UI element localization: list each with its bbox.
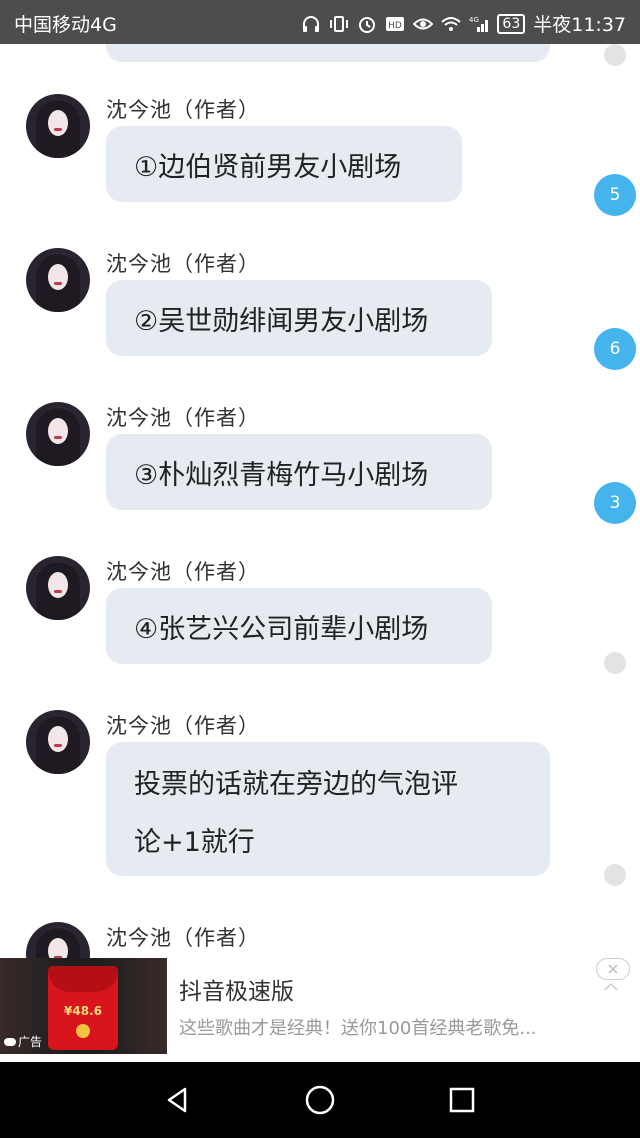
carrier-label: 中国移动4G	[14, 14, 117, 36]
cloud-icon	[4, 1037, 16, 1046]
ad-thumbnail[interactable]: ¥48.6 广告	[0, 958, 167, 1054]
avatar[interactable]	[26, 556, 90, 620]
comment-dot[interactable]	[604, 864, 626, 886]
message-text: ④张艺兴公司前辈小剧场	[134, 613, 429, 645]
status-right: HD 4G 63 半夜11:37	[301, 10, 626, 37]
back-triangle-icon[interactable]	[160, 1082, 196, 1118]
avatar[interactable]	[26, 922, 90, 958]
comment-dot[interactable]	[604, 44, 626, 66]
close-icon[interactable]	[596, 958, 630, 980]
avatar[interactable]	[26, 710, 90, 774]
svg-text:4G: 4G	[469, 16, 479, 24]
status-bar: 中国移动4G HD 4G 63 半夜11:37	[0, 0, 640, 44]
author-name: 沈今池（作者）	[106, 714, 260, 738]
ad-title[interactable]: 抖音极速版	[179, 972, 294, 1006]
message-text: ③朴灿烈青梅竹马小剧场	[134, 459, 429, 491]
message-text-line: 投票的话就在旁边的气泡评	[134, 769, 458, 800]
status-time: 半夜11:37	[533, 14, 626, 36]
svg-text:HD: HD	[389, 21, 403, 31]
author-name: 沈今池（作者）	[106, 252, 260, 276]
author-name: 沈今池（作者）	[106, 406, 260, 430]
recents-square-icon[interactable]	[444, 1082, 480, 1118]
hd-icon: HD	[385, 15, 405, 33]
message-text: ②吴世勋绯闻男友小剧场	[134, 305, 429, 337]
message-bubble[interactable]: 投票的话就在旁边的气泡评 论+1就行	[106, 742, 550, 876]
message-bubble[interactable]: ①边伯贤前男友小剧场	[106, 126, 462, 202]
eye-icon	[412, 15, 434, 33]
avatar[interactable]	[26, 248, 90, 312]
navigation-bar	[0, 1062, 640, 1138]
message-text-line: 论+1就行	[134, 827, 255, 858]
avatar[interactable]	[26, 94, 90, 158]
comment-count-badge[interactable]: 3	[594, 482, 636, 524]
author-name: 沈今池（作者）	[106, 98, 260, 122]
comment-dot[interactable]	[604, 652, 626, 674]
wifi-icon	[441, 15, 462, 33]
ad-label: 广告	[4, 1033, 42, 1050]
chevron-up-icon[interactable]	[603, 980, 619, 996]
battery-indicator: 63	[497, 13, 526, 34]
message-text: ①边伯贤前男友小剧场	[134, 151, 402, 183]
author-name: 沈今池（作者）	[106, 926, 260, 950]
status-left: 中国移动4G	[14, 10, 117, 37]
home-circle-icon[interactable]	[302, 1082, 338, 1118]
vibrate-icon	[329, 15, 349, 33]
alarm-icon	[357, 15, 377, 33]
signal-icon: 4G	[469, 15, 489, 33]
red-envelope-image: ¥48.6	[48, 966, 118, 1050]
ad-amount: ¥48.6	[64, 1004, 102, 1018]
message-bubble[interactable]: ③朴灿烈青梅竹马小剧场	[106, 434, 492, 510]
message-bubble[interactable]: ④张艺兴公司前辈小剧场	[106, 588, 492, 664]
comment-count-badge[interactable]: 6	[594, 328, 636, 370]
comment-count-badge[interactable]: 5	[594, 174, 636, 216]
headphones-icon	[301, 15, 321, 33]
previous-message-bubble	[106, 44, 550, 62]
message-bubble[interactable]: ②吴世勋绯闻男友小剧场	[106, 280, 492, 356]
chat-list[interactable]: 沈今池（作者） ①边伯贤前男友小剧场 5 沈今池（作者） ②吴世勋绯闻男友小剧场…	[0, 44, 640, 958]
author-name: 沈今池（作者）	[106, 560, 260, 584]
ad-description[interactable]: 这些歌曲才是经典！送你100首经典老歌免...	[179, 1014, 537, 1040]
ad-banner[interactable]: ¥48.6 广告 抖音极速版 这些歌曲才是经典！送你100首经典老歌免...	[0, 958, 640, 1062]
avatar[interactable]	[26, 402, 90, 466]
